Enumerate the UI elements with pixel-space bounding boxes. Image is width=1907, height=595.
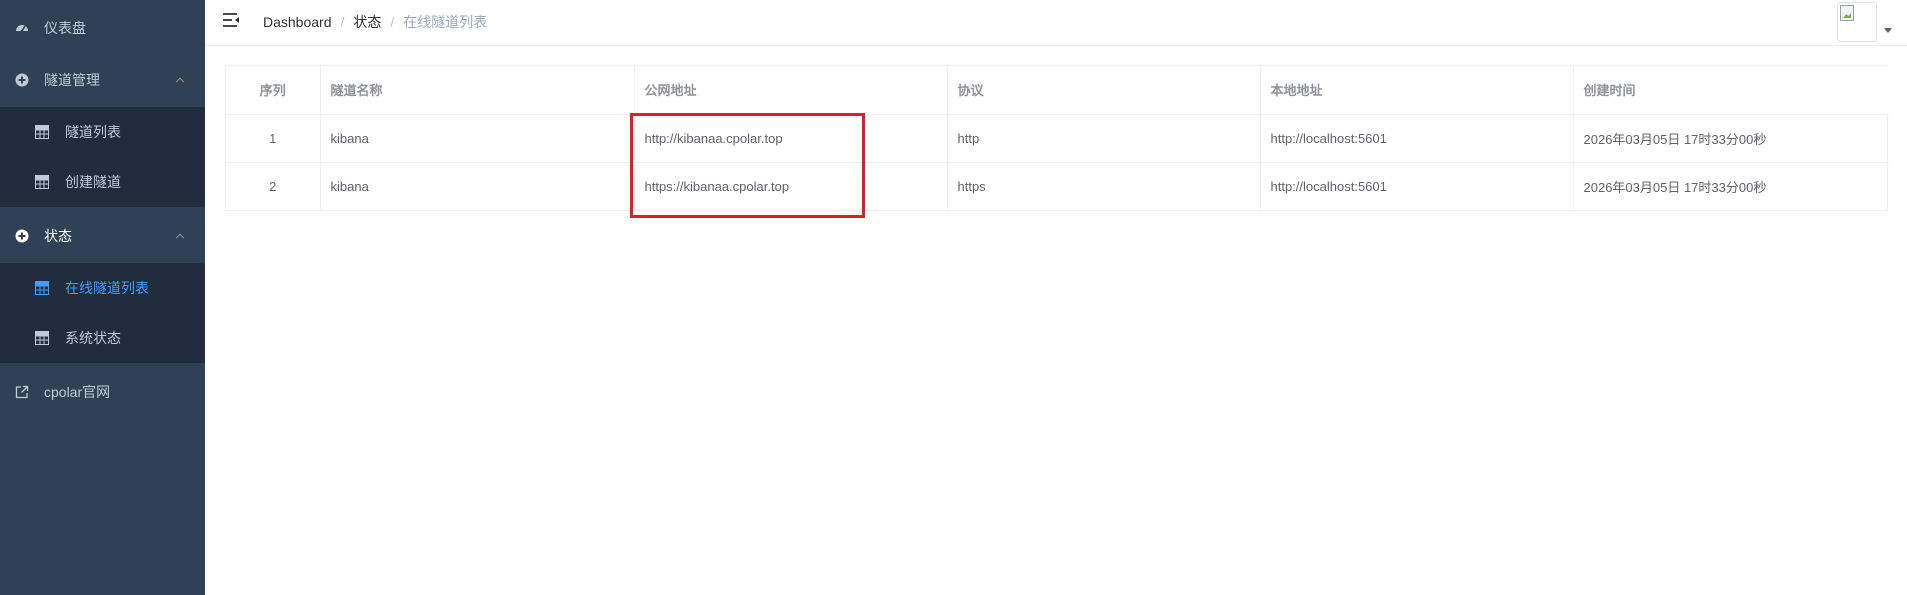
breadcrumb-item-status[interactable]: 状态: [353, 12, 381, 32]
sidebar: 仪表盘 隧道管理 隧道列表 创建隧道 状态 在线隧道列表 系统状态 cpolar…: [0, 0, 205, 595]
cell-created-time: 2026年03月05日 17时33分00秒: [1583, 179, 1767, 195]
cell-created-time: 2026年03月05日 17时33分00秒: [1573, 114, 1889, 163]
grid-icon: [35, 331, 49, 345]
plus-circle-icon: [14, 228, 30, 244]
grid-icon: [35, 125, 49, 139]
sidebar-item-online-tunnel-list[interactable]: 在线隧道列表: [0, 263, 205, 313]
breadcrumb: Dashboard / 状态 / 在线隧道列表: [263, 12, 487, 32]
sidebar-item-label: 状态: [44, 228, 72, 244]
column-header-public-address: 公网地址: [634, 66, 948, 115]
broken-image-icon: [1840, 5, 1854, 21]
hamburger-icon[interactable]: [222, 12, 242, 28]
breadcrumb-item-current: 在线隧道列表: [403, 14, 488, 30]
table-row: 1 kibana http://kibanaa.cpolar.top http …: [226, 114, 1889, 163]
grid-icon: [35, 281, 49, 295]
cell-public-address[interactable]: https://kibanaa.cpolar.top: [634, 162, 948, 210]
column-header-created-time: 创建时间: [1573, 66, 1889, 115]
table-header-row: 序列 隧道名称 公网地址 协议 本地地址 创建时间: [226, 66, 1889, 115]
sidebar-item-dashboard[interactable]: 仪表盘: [0, 0, 205, 56]
dashboard-icon: [14, 20, 30, 36]
chevron-up-icon: [175, 233, 185, 243]
sidebar-item-create-tunnel[interactable]: 创建隧道: [0, 157, 205, 207]
sidebar-item-cpolar-website[interactable]: cpolar官网: [0, 364, 205, 420]
sidebar-item-label: 隧道管理: [44, 72, 100, 88]
sidebar-item-tunnel-management[interactable]: 隧道管理: [0, 52, 205, 108]
sidebar-item-tunnel-list[interactable]: 隧道列表: [0, 107, 205, 157]
cell-protocol: http: [947, 114, 1261, 163]
cell-tunnel-name: kibana: [320, 162, 635, 210]
external-link-icon: [14, 384, 30, 400]
plus-circle-icon: [14, 72, 30, 88]
online-tunnel-table: 序列 隧道名称 公网地址 协议 本地地址 创建时间 1 kibana http:…: [225, 65, 1889, 211]
cell-protocol: https: [947, 162, 1261, 210]
cell-tunnel-name: kibana: [320, 114, 635, 163]
sidebar-item-label: 隧道列表: [65, 124, 121, 140]
breadcrumb-separator: /: [340, 14, 345, 30]
column-header-index: 序列: [226, 66, 321, 115]
sidebar-item-label: 仪表盘: [44, 20, 86, 36]
table-row: 2 kibana https://kibanaa.cpolar.top http…: [226, 162, 1889, 210]
cell-index: 1: [226, 114, 321, 163]
column-header-protocol: 协议: [947, 66, 1261, 115]
column-header-tunnel-name: 隧道名称: [320, 66, 635, 115]
breadcrumb-item-dashboard[interactable]: Dashboard: [263, 14, 332, 30]
grid-icon: [35, 175, 49, 189]
cell-public-address[interactable]: http://kibanaa.cpolar.top: [634, 114, 948, 163]
column-header-local-address: 本地地址: [1260, 66, 1574, 115]
cell-local-address: http://localhost:5601: [1260, 162, 1574, 210]
sidebar-item-status[interactable]: 状态: [0, 208, 205, 264]
navbar: Dashboard / 状态 / 在线隧道列表: [205, 0, 1907, 46]
caret-down-icon[interactable]: [1884, 28, 1892, 33]
avatar[interactable]: [1837, 2, 1877, 42]
sidebar-item-system-status[interactable]: 系统状态: [0, 313, 205, 363]
chevron-up-icon: [175, 77, 185, 87]
cell-index: 2: [226, 162, 321, 210]
sidebar-item-label: 系统状态: [65, 330, 121, 346]
sidebar-item-label: 创建隧道: [65, 174, 121, 190]
sidebar-item-label: cpolar官网: [44, 384, 111, 400]
breadcrumb-separator: /: [390, 14, 395, 30]
cell-local-address: http://localhost:5601: [1260, 114, 1574, 163]
sidebar-item-label: 在线隧道列表: [65, 280, 149, 296]
